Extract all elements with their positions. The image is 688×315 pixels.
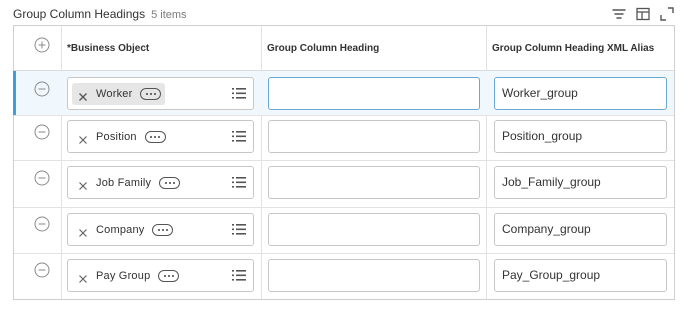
remove-row-icon[interactable]	[34, 170, 50, 186]
xml-alias-input[interactable]: Pay_Group_group	[494, 259, 667, 292]
business-object-value: Worker	[96, 88, 133, 100]
related-actions-icon[interactable]	[152, 224, 174, 236]
related-actions-icon[interactable]	[158, 270, 180, 282]
column-header-heading: Group Column Heading	[267, 43, 380, 54]
business-object-value: Position	[96, 131, 137, 143]
business-object-prompt[interactable]: Job Family	[67, 166, 254, 199]
table-row: Pay Group Pay_Group_group	[14, 254, 674, 300]
business-object-value: Pay Group	[96, 270, 151, 282]
xml-alias-input[interactable]: Worker_group	[494, 77, 667, 110]
group-column-headings-grid: *Business Object Group Column Heading Gr…	[13, 25, 675, 300]
group-column-heading-input[interactable]	[268, 120, 480, 153]
grid-header: Group Column Headings 5 items	[13, 6, 675, 24]
column-header-business-object: *Business Object	[67, 43, 150, 54]
prompt-list-icon[interactable]	[232, 223, 246, 236]
grid-toolbar	[611, 6, 675, 24]
business-object-prompt[interactable]: Position	[67, 120, 254, 153]
business-object-prompt[interactable]: Worker	[67, 77, 254, 110]
business-object-value: Company	[96, 224, 145, 236]
prompt-list-icon[interactable]	[232, 269, 246, 282]
item-count: 5 items	[151, 9, 187, 21]
selection-indicator	[13, 71, 16, 115]
table-row: Job Family Job_Family_group	[14, 161, 674, 208]
filter-icon[interactable]	[611, 6, 627, 22]
grid-title: Group Column Headings 5 items	[13, 7, 187, 21]
table-row: Worker Worker_group	[13, 71, 674, 116]
remove-row-icon[interactable]	[34, 262, 50, 278]
remove-row-icon[interactable]	[34, 81, 50, 97]
business-object-value: Job Family	[96, 177, 152, 189]
table-row: Company Company_group	[14, 208, 674, 254]
xml-alias-input[interactable]: Position_group	[494, 120, 667, 153]
prompt-list-icon[interactable]	[232, 87, 246, 100]
xml-alias-input[interactable]: Job_Family_group	[494, 166, 667, 199]
selected-item-pill: Job Family	[72, 172, 184, 194]
remove-item-icon[interactable]	[78, 89, 88, 101]
remove-item-icon[interactable]	[78, 225, 88, 237]
group-column-heading-input[interactable]	[268, 77, 480, 110]
related-actions-icon[interactable]	[140, 88, 162, 100]
remove-item-icon[interactable]	[78, 271, 88, 283]
grid-header-row: *Business Object Group Column Heading Gr…	[14, 26, 674, 71]
group-column-heading-input[interactable]	[268, 259, 480, 292]
selected-item-pill: Worker	[72, 83, 166, 105]
remove-item-icon[interactable]	[78, 132, 88, 144]
columns-icon[interactable]	[635, 6, 651, 22]
xml-alias-input[interactable]: Company_group	[494, 213, 667, 246]
business-object-prompt[interactable]: Pay Group	[67, 259, 254, 292]
remove-row-icon[interactable]	[34, 124, 50, 140]
related-actions-icon[interactable]	[144, 131, 166, 143]
selected-item-pill: Pay Group	[72, 265, 183, 287]
prompt-list-icon[interactable]	[232, 130, 246, 143]
group-column-heading-input[interactable]	[268, 166, 480, 199]
remove-row-icon[interactable]	[34, 216, 50, 232]
grid-title-text: Group Column Headings	[13, 7, 146, 21]
selected-item-pill: Position	[72, 126, 170, 148]
prompt-list-icon[interactable]	[232, 176, 246, 189]
expand-icon[interactable]	[659, 6, 675, 22]
column-header-alias: Group Column Heading XML Alias	[492, 43, 655, 54]
related-actions-icon[interactable]	[159, 177, 181, 189]
add-row-icon[interactable]	[34, 37, 50, 53]
remove-item-icon[interactable]	[78, 178, 88, 190]
group-column-heading-input[interactable]	[268, 213, 480, 246]
selected-item-pill: Company	[72, 219, 177, 241]
table-row: Position Position_group	[14, 116, 674, 161]
business-object-prompt[interactable]: Company	[67, 213, 254, 246]
